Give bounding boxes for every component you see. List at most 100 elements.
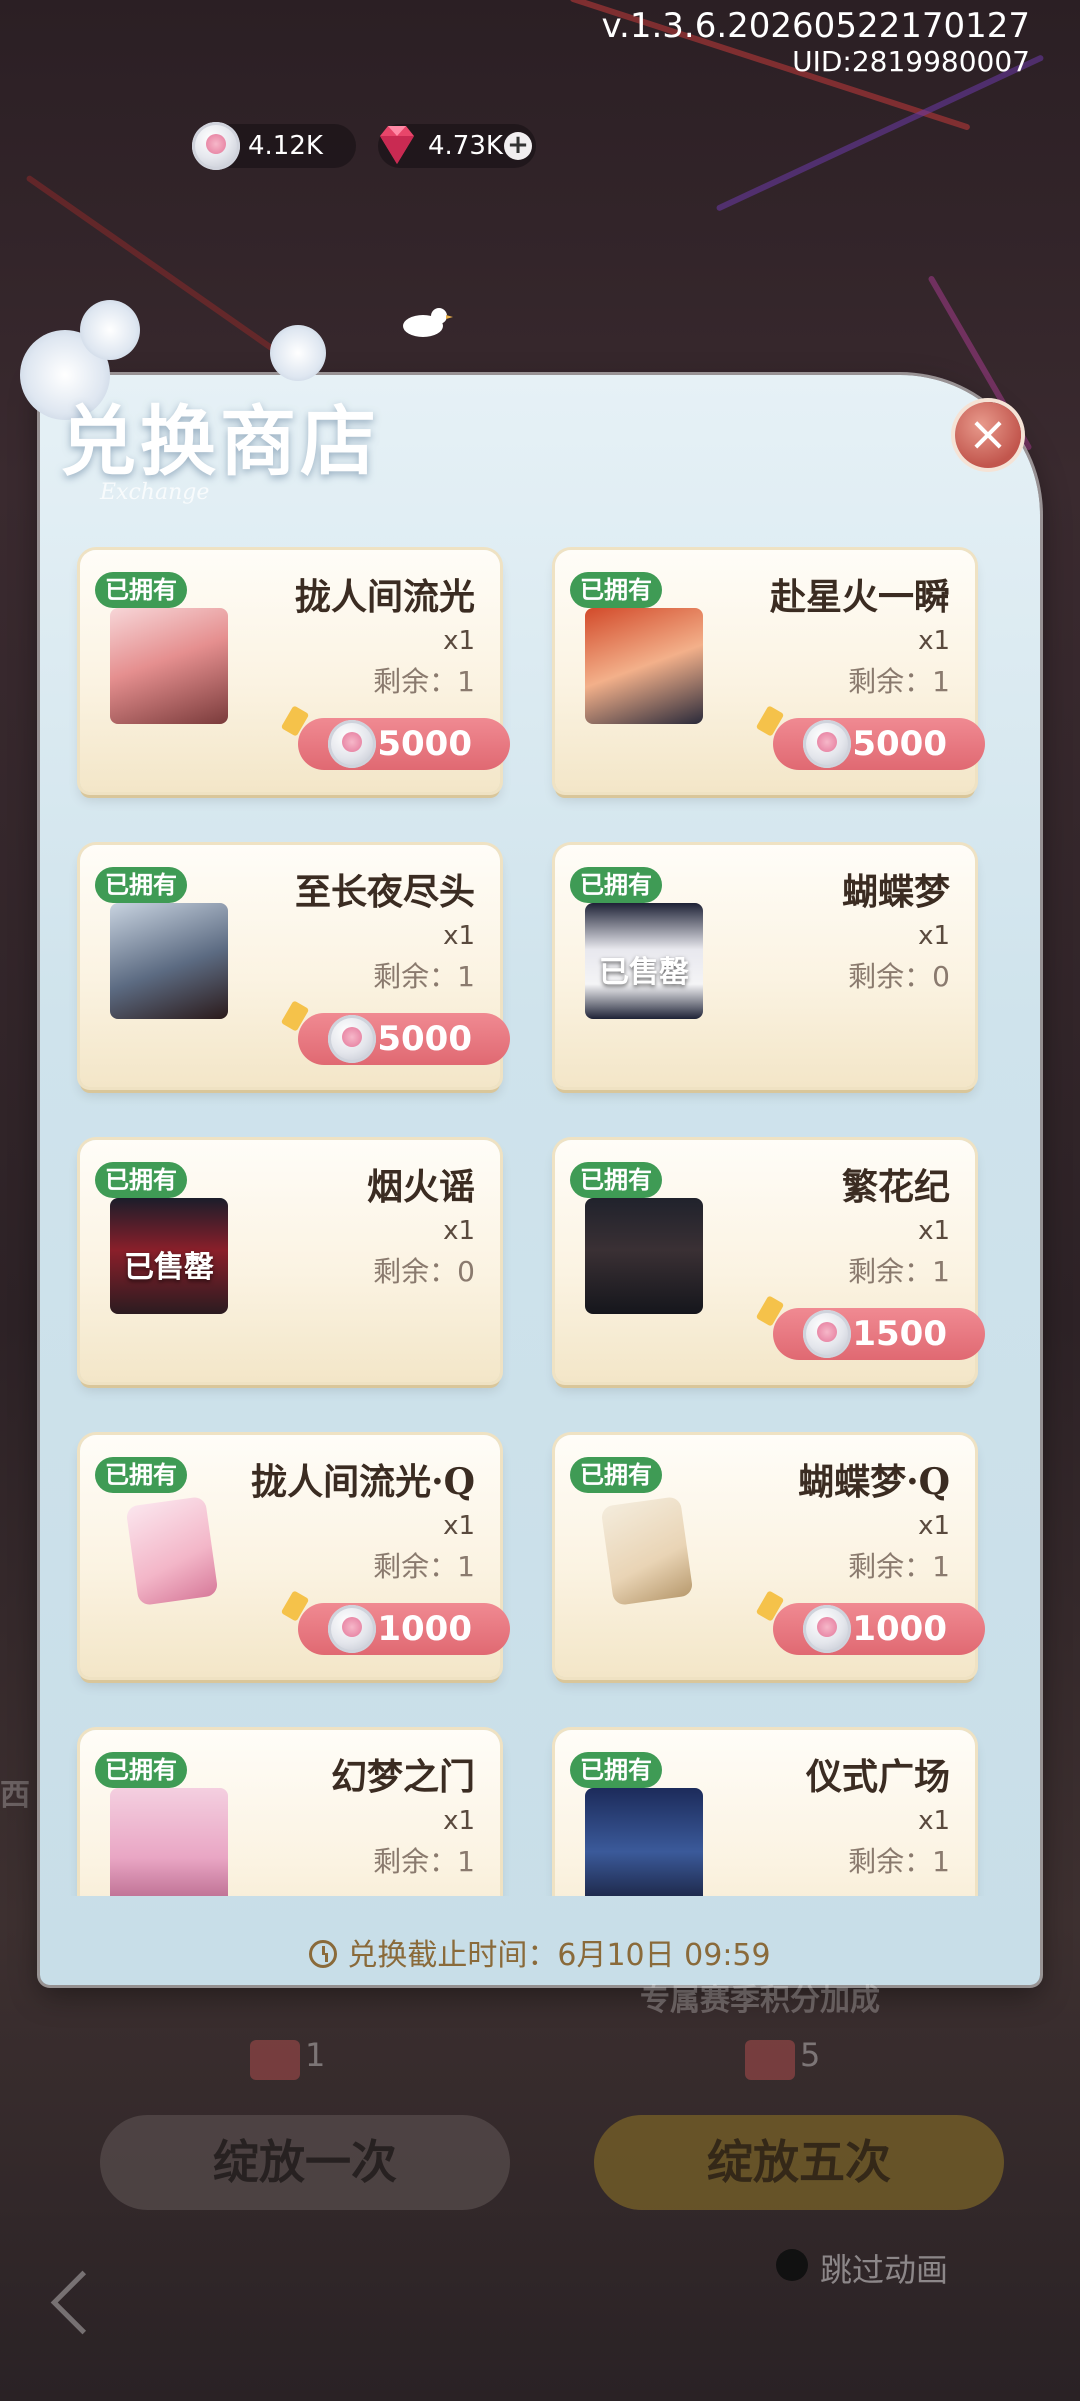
white-rose-decoration <box>80 300 140 360</box>
item-quantity: x1 <box>443 1511 475 1541</box>
item-thumbnail <box>110 1788 228 1896</box>
shop-item-card[interactable]: 已拥有 幻梦之门 x1 剩余：1 <box>80 1730 500 1896</box>
shop-item-card[interactable]: 已拥有 已售罄 蝴蝶梦 x1 剩余：0 <box>555 845 975 1087</box>
checkbox-icon <box>776 2249 808 2281</box>
ticket-icon <box>745 2040 795 2080</box>
item-quantity: x1 <box>443 1806 475 1836</box>
owned-badge: 已拥有 <box>570 572 662 608</box>
item-quantity: x1 <box>918 1511 950 1541</box>
gem-currency[interactable]: 4.73K + <box>378 124 536 168</box>
shop-subtitle: Exchange <box>100 480 210 505</box>
close-button[interactable]: × <box>955 402 1021 468</box>
item-quantity: x1 <box>918 921 950 951</box>
ticket-count-once: 1 <box>305 2036 326 2074</box>
item-quantity: x1 <box>443 1216 475 1246</box>
price-value: 1000 <box>852 1609 947 1649</box>
item-quantity: x1 <box>918 1216 950 1246</box>
owned-badge: 已拥有 <box>95 1162 187 1198</box>
owned-badge: 已拥有 <box>95 572 187 608</box>
item-quantity: x1 <box>443 921 475 951</box>
price-value: 5000 <box>377 724 472 764</box>
back-arrow-icon[interactable] <box>50 2270 115 2335</box>
bird-icon <box>403 308 453 337</box>
item-thumbnail <box>110 903 228 1019</box>
owned-badge: 已拥有 <box>570 1162 662 1198</box>
ticket-icon <box>250 2040 300 2080</box>
item-thumbnail: 已售罄 <box>110 1198 228 1314</box>
price-value: 1500 <box>852 1314 947 1354</box>
white-rose-decoration <box>270 325 326 381</box>
close-icon: × <box>967 406 1009 462</box>
ticket-count-five: 5 <box>800 2036 821 2074</box>
shop-item-grid[interactable]: 已拥有 拢人间流光 x1 剩余：1 5000 已拥有 赴星火一瞬 x1 剩余：1 5000 已拥有至… <box>60 540 1020 1896</box>
silver-rose-coin-icon <box>328 1605 376 1653</box>
item-remaining: 剩余：1 <box>848 1550 950 1583</box>
shop-item-card[interactable]: 已拥有 赴星火一瞬 x1 剩余：1 5000 <box>555 550 985 792</box>
shop-item-card[interactable]: 已拥有 拢人间流光 x1 剩余：1 5000 <box>80 550 510 792</box>
item-remaining: 剩余：1 <box>848 1845 950 1878</box>
item-thumbnail <box>110 608 228 724</box>
pink-diamond-icon <box>380 126 414 164</box>
price-button[interactable]: 5000 <box>773 718 985 770</box>
item-remaining: 剩余：1 <box>373 665 475 698</box>
item-name: 拢人间流光 <box>294 576 475 618</box>
bonus-text: 专属赛季积分加成 <box>640 1983 880 2018</box>
owned-badge: 已拥有 <box>95 1457 187 1493</box>
shop-item-card[interactable]: 已拥有 仪式广场 x1 剩余：1 <box>555 1730 975 1896</box>
silver-rose-coin-icon <box>328 1015 376 1063</box>
owned-badge: 已拥有 <box>570 1457 662 1493</box>
item-thumbnail <box>600 1495 694 1607</box>
item-name: 幻梦之门 <box>330 1756 475 1798</box>
silver-rose-coin-icon <box>803 720 851 768</box>
version-text: v.1.3.6.20260522170127 <box>601 6 1030 46</box>
item-quantity: x1 <box>918 1806 950 1836</box>
bloom-five-button[interactable]: 绽放五次 <box>594 2115 1004 2210</box>
shop-item-card[interactable]: 已拥有已售罄 烟火谣 x1 剩余：0 <box>80 1140 500 1382</box>
price-button[interactable]: 5000 <box>298 718 510 770</box>
sold-out-label: 已售罄 <box>124 1250 214 1285</box>
item-remaining: 剩余：0 <box>848 960 950 993</box>
item-name: 赴星火一瞬 <box>769 576 950 618</box>
add-gem-icon[interactable]: + <box>504 132 532 160</box>
item-remaining: 剩余：0 <box>373 1255 475 1288</box>
item-remaining: 剩余：1 <box>848 1255 950 1288</box>
item-name: 仪式广场 <box>805 1756 950 1798</box>
price-value: 5000 <box>852 724 947 764</box>
price-button[interactable]: 1000 <box>773 1603 985 1655</box>
item-quantity: x1 <box>443 626 475 656</box>
gem-amount: 4.73K <box>428 131 503 161</box>
shop-item-card[interactable]: 已拥有 繁花纪 x1 剩余：1 1500 <box>555 1140 985 1382</box>
uid-text: UID:2819980007 <box>792 45 1030 78</box>
silver-rose-coin-icon <box>192 122 240 170</box>
item-remaining: 剩余：1 <box>373 960 475 993</box>
shop-item-card[interactable]: 已拥有 拢人间流光·Q x1 剩余：1 1000 <box>80 1435 510 1677</box>
skip-animation-toggle[interactable]: 跳过动画 <box>776 2245 948 2291</box>
bg-label-left: 西 <box>0 1778 30 1813</box>
build-info: v.1.3.6.20260522170127 UID:2819980007 <box>602 6 1030 78</box>
price-button[interactable]: 1000 <box>298 1603 510 1655</box>
shop-title: 兑换商店 <box>60 397 380 486</box>
price-value: 5000 <box>377 1019 472 1059</box>
item-quantity: x1 <box>918 626 950 656</box>
price-button[interactable]: 1500 <box>773 1308 985 1360</box>
bloom-once-button[interactable]: 绽放一次 <box>100 2115 510 2210</box>
silver-rose-coin-icon <box>803 1310 851 1358</box>
silver-rose-coin-icon <box>803 1605 851 1653</box>
silver-rose-coin-icon <box>328 720 376 768</box>
item-thumbnail <box>585 1788 703 1896</box>
item-thumbnail <box>585 1198 703 1314</box>
item-name: 蝴蝶梦·Q <box>798 1461 950 1503</box>
coin-amount: 4.12K <box>248 131 323 161</box>
shop-item-card[interactable]: 已拥有 蝴蝶梦·Q x1 剩余：1 1000 <box>555 1435 985 1677</box>
coin-currency: 4.12K <box>192 122 356 170</box>
price-button[interactable]: 5000 <box>298 1013 510 1065</box>
item-remaining: 剩余：1 <box>848 665 950 698</box>
shop-item-card[interactable]: 已拥有 至长夜尽头 x1 剩余：1 5000 <box>80 845 510 1087</box>
item-remaining: 剩余：1 <box>373 1845 475 1878</box>
deadline-text: 兑换截止时间：6月10日 09:59 <box>347 1938 771 1973</box>
price-value: 1000 <box>377 1609 472 1649</box>
owned-badge: 已拥有 <box>570 1752 662 1788</box>
exchange-deadline: 兑换截止时间：6月10日 09:59 <box>40 1930 1040 1974</box>
item-name: 至长夜尽头 <box>294 871 475 913</box>
item-name: 烟火谣 <box>366 1166 475 1208</box>
